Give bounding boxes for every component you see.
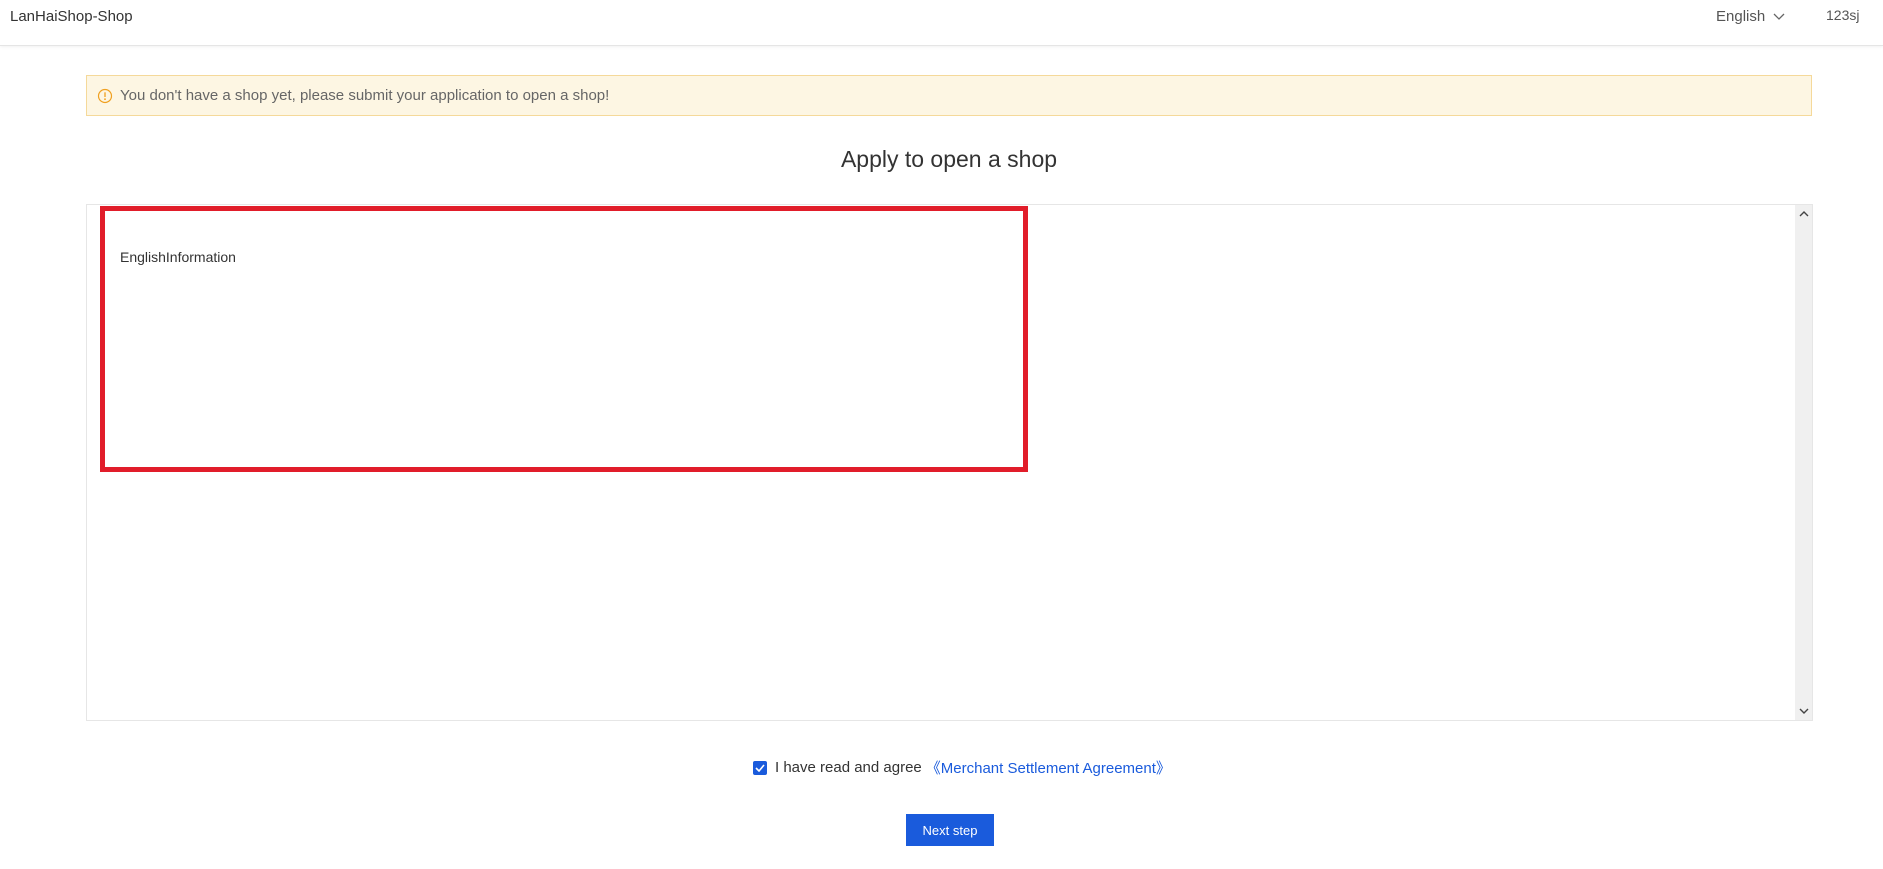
merchant-agreement-link[interactable]: 《Merchant Settlement Agreement》 [926, 757, 1171, 778]
user-account-name[interactable]: 123sj [1826, 7, 1859, 23]
scroll-down-arrow-icon[interactable] [1795, 703, 1812, 720]
no-shop-alert: You don't have a shop yet, please submit… [86, 75, 1812, 116]
agree-checkbox[interactable] [753, 760, 767, 775]
top-navbar: LanHaiShop-Shop English 123sj [0, 0, 1883, 46]
vertical-scrollbar[interactable] [1795, 205, 1812, 720]
alert-text: You don't have a shop yet, please submit… [120, 87, 610, 104]
agreement-content-text: EnglishInformation [120, 249, 236, 265]
language-label: English [1716, 8, 1766, 25]
agreement-consent-row: I have read and agree 《Merchant Settleme… [753, 757, 1171, 778]
page-title: Apply to open a shop [840, 146, 1058, 172]
agree-label: I have read and agree [775, 759, 922, 776]
chevron-down-icon [1773, 13, 1785, 21]
language-selector[interactable]: English [1716, 8, 1785, 25]
info-circle-icon [97, 88, 113, 104]
scroll-up-arrow-icon[interactable] [1795, 205, 1812, 222]
highlight-annotation-box [100, 206, 1028, 472]
next-step-button[interactable]: Next step [906, 814, 994, 846]
brand-title: LanHaiShop-Shop [10, 8, 133, 25]
